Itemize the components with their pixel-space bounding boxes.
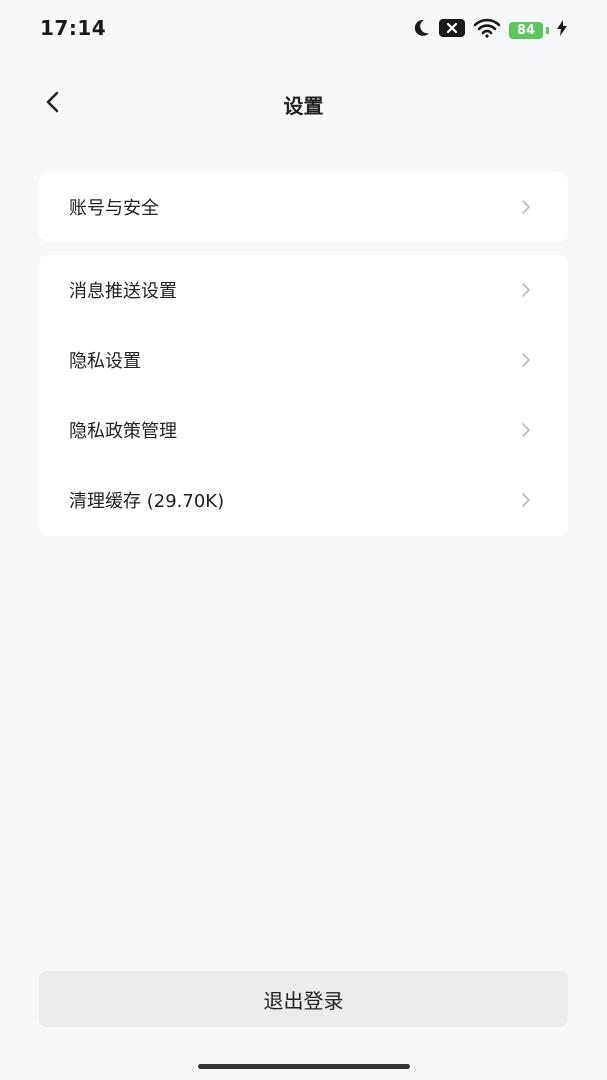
status-bar: 17:14 84 bbox=[0, 0, 607, 58]
home-indicator[interactable] bbox=[198, 1064, 410, 1069]
settings-item-label: 消息推送设置 bbox=[69, 281, 177, 302]
battery-level: 84 bbox=[509, 21, 543, 39]
chevron-right-icon bbox=[520, 352, 532, 368]
settings-card-general: 消息推送设置 隐私设置 隐私政策管理 清理缓存 (29.70K) bbox=[39, 255, 568, 536]
settings-item-account-security[interactable]: 账号与安全 bbox=[39, 172, 568, 242]
chevron-right-icon bbox=[520, 199, 532, 215]
settings-item-label: 账号与安全 bbox=[69, 198, 159, 219]
settings-item-label: 隐私设置 bbox=[69, 351, 141, 372]
page-title: 设置 bbox=[283, 94, 324, 118]
settings-item-label: 清理缓存 (29.70K) bbox=[69, 491, 225, 512]
settings-item-push-notifications[interactable]: 消息推送设置 bbox=[39, 255, 568, 325]
nav-bar: 设置 bbox=[0, 70, 607, 136]
moon-icon bbox=[411, 18, 431, 42]
wifi-icon bbox=[473, 18, 501, 42]
settings-item-privacy[interactable]: 隐私设置 bbox=[39, 325, 568, 395]
settings-item-clear-cache[interactable]: 清理缓存 (29.70K) bbox=[39, 465, 568, 535]
status-icons: 84 bbox=[411, 18, 567, 42]
settings-item-privacy-policy[interactable]: 隐私政策管理 bbox=[39, 395, 568, 465]
notification-close-icon bbox=[439, 19, 465, 41]
status-time: 17:14 bbox=[40, 16, 107, 40]
settings-card-account: 账号与安全 bbox=[39, 172, 568, 242]
chevron-right-icon bbox=[520, 422, 532, 438]
charging-bolt-icon bbox=[557, 20, 567, 40]
chevron-right-icon bbox=[520, 492, 532, 508]
logout-button[interactable]: 退出登录 bbox=[39, 971, 568, 1027]
battery-icon: 84 bbox=[509, 21, 549, 39]
settings-item-label: 隐私政策管理 bbox=[69, 421, 177, 442]
chevron-right-icon bbox=[520, 282, 532, 298]
